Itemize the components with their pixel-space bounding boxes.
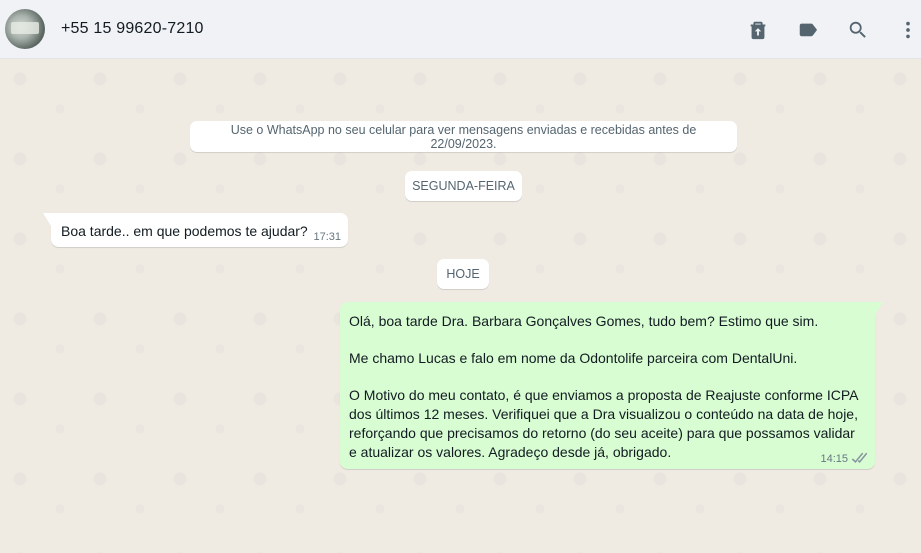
incoming-message[interactable]: Boa tarde.. em que podemos te ajudar? 17… xyxy=(43,213,348,247)
label-icon[interactable] xyxy=(796,18,820,42)
avatar[interactable] xyxy=(5,9,45,49)
message-line: Me chamo Lucas e falo em nome da Odontol… xyxy=(349,350,798,366)
message-line: reforçando que precisamos do retorno (do… xyxy=(349,425,855,441)
message-text: Boa tarde.. em que podemos te ajudar? xyxy=(61,223,308,239)
chat-header: +55 15 99620-7210 xyxy=(0,0,921,59)
read-ticks-icon xyxy=(851,452,867,463)
delete-icon[interactable] xyxy=(746,18,770,42)
contact-name[interactable]: +55 15 99620-7210 xyxy=(61,20,204,38)
day-chip-today: HOJE xyxy=(437,259,489,289)
day-chip-monday: SEGUNDA-FEIRA xyxy=(405,171,522,201)
menu-icon[interactable] xyxy=(896,18,920,42)
message-time: 14:15 xyxy=(820,453,848,465)
message-line: dos últimos 12 meses. Verifiquei que a D… xyxy=(349,406,858,422)
message-time: 17:31 xyxy=(313,231,341,243)
search-icon[interactable] xyxy=(846,18,870,42)
message-line: Olá, boa tarde Dra. Barbara Gonçalves Go… xyxy=(349,313,819,329)
outgoing-message[interactable]: Olá, boa tarde Dra. Barbara Gonçalves Go… xyxy=(340,302,883,469)
message-line: e atualizar os valores. Agradeço desde j… xyxy=(349,444,672,460)
message-line: O Motivo do meu contato, é que enviamos … xyxy=(349,387,859,403)
system-notice: Use o WhatsApp no seu celular para ver m… xyxy=(190,121,737,152)
